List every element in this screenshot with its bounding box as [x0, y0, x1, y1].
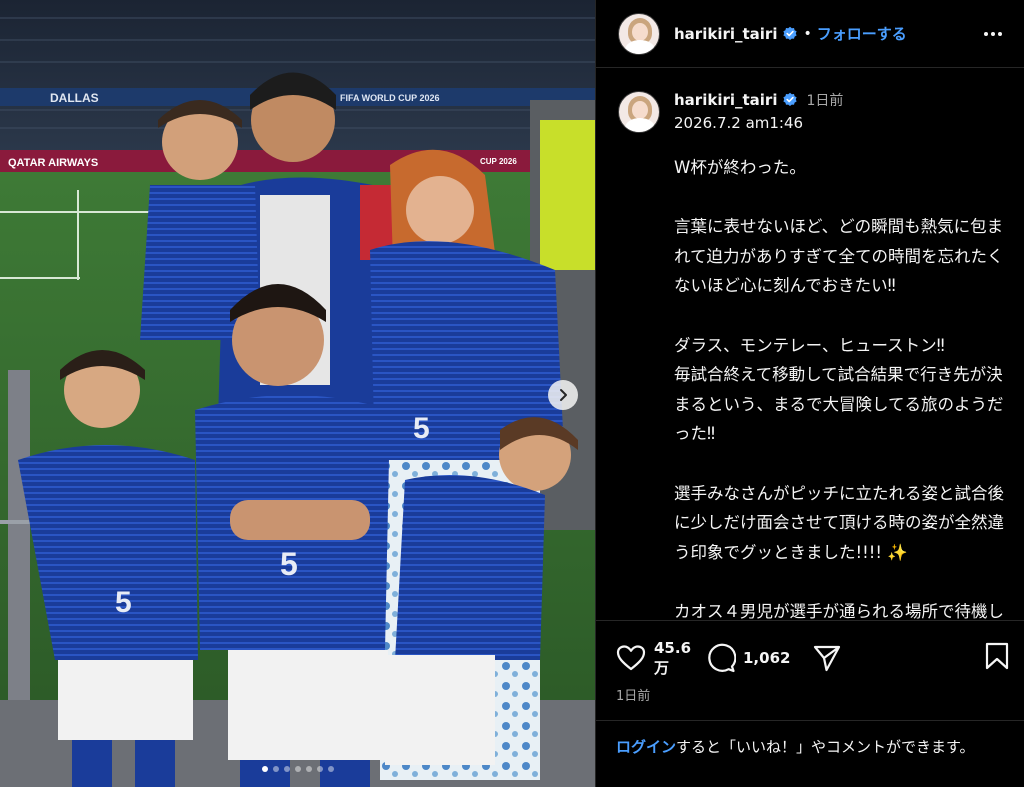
caption-header: harikiri_tairi 1日前 2026.7.2 am1:46	[618, 90, 1008, 133]
login-prompt-text: すると「いいね！」やコメントができます。	[676, 738, 975, 756]
more-options-icon[interactable]	[978, 26, 1008, 42]
world-cup-banner-text: FIFA WORLD CUP 2026	[340, 93, 440, 103]
post-actions: 45.6 万 1,062 1日前	[596, 620, 1024, 704]
caption-text: W杯が終わった。 言葉に表せないほど、どの瞬間も熱気に包まれて迫力がありすぎて全…	[674, 158, 1004, 620]
login-prompt: ログインすると「いいね！」やコメントができます。	[596, 720, 1024, 759]
save-button[interactable]	[984, 641, 1010, 675]
verified-icon	[783, 26, 798, 40]
share-button[interactable]	[812, 643, 842, 673]
header-username[interactable]: harikiri_tairi	[674, 25, 777, 43]
comment-count: 1,062	[743, 649, 791, 667]
post-header: harikiri_tairi • フォローする	[596, 0, 1024, 68]
caption-avatar[interactable]	[618, 91, 660, 133]
boy-left-jersey-number: 5	[115, 586, 132, 619]
carousel-dot	[305, 766, 312, 772]
posted-time[interactable]: 1日前	[596, 683, 1024, 704]
like-count[interactable]: 45.6 万	[654, 638, 692, 678]
avatar[interactable]	[618, 12, 660, 55]
next-photo-button[interactable]	[548, 380, 578, 410]
carousel-dot	[283, 766, 290, 772]
family-photo: DALLAS FIFA WORLD CUP 2026 QATAR AIRWAYS…	[0, 0, 595, 787]
follow-button[interactable]: フォローする	[817, 23, 907, 44]
login-link[interactable]: ログイン	[616, 738, 676, 756]
post-photo[interactable]: DALLAS FIFA WORLD CUP 2026 QATAR AIRWAYS…	[0, 0, 595, 787]
verified-icon	[783, 92, 798, 106]
caption-time-ago[interactable]: 1日前	[806, 90, 843, 110]
carousel-dot	[261, 766, 268, 772]
caption-username[interactable]: harikiri_tairi	[674, 91, 777, 109]
share-icon	[814, 645, 841, 672]
mom-jersey-number: 5	[413, 412, 430, 445]
header-separator: •	[803, 25, 812, 42]
cup-banner-text: CUP 2026	[480, 157, 517, 166]
heart-icon	[616, 645, 646, 671]
post-datetime: 2026.7.2 am1:46	[674, 114, 804, 132]
carousel-dot	[327, 766, 334, 772]
bookmark-icon	[985, 642, 1009, 670]
comment-icon	[708, 643, 736, 673]
caption-area[interactable]: harikiri_tairi 1日前 2026.7.2 am1:46 W杯が終わ…	[596, 68, 1024, 620]
carousel-dot	[272, 766, 279, 772]
like-button[interactable]: 45.6 万	[616, 638, 692, 678]
stadium-banner-text: DALLAS	[50, 91, 99, 105]
carousel-dot	[316, 766, 323, 772]
carousel-dot	[294, 766, 301, 772]
carousel-indicator	[0, 766, 595, 772]
sponsor-banner-text: QATAR AIRWAYS	[8, 157, 98, 169]
boy-center-jersey-number: 5	[280, 546, 298, 582]
chevron-right-icon	[560, 389, 567, 401]
comment-button[interactable]: 1,062	[706, 643, 790, 673]
post-side-panel: harikiri_tairi • フォローする harikiri_tairi 1…	[595, 0, 1024, 787]
